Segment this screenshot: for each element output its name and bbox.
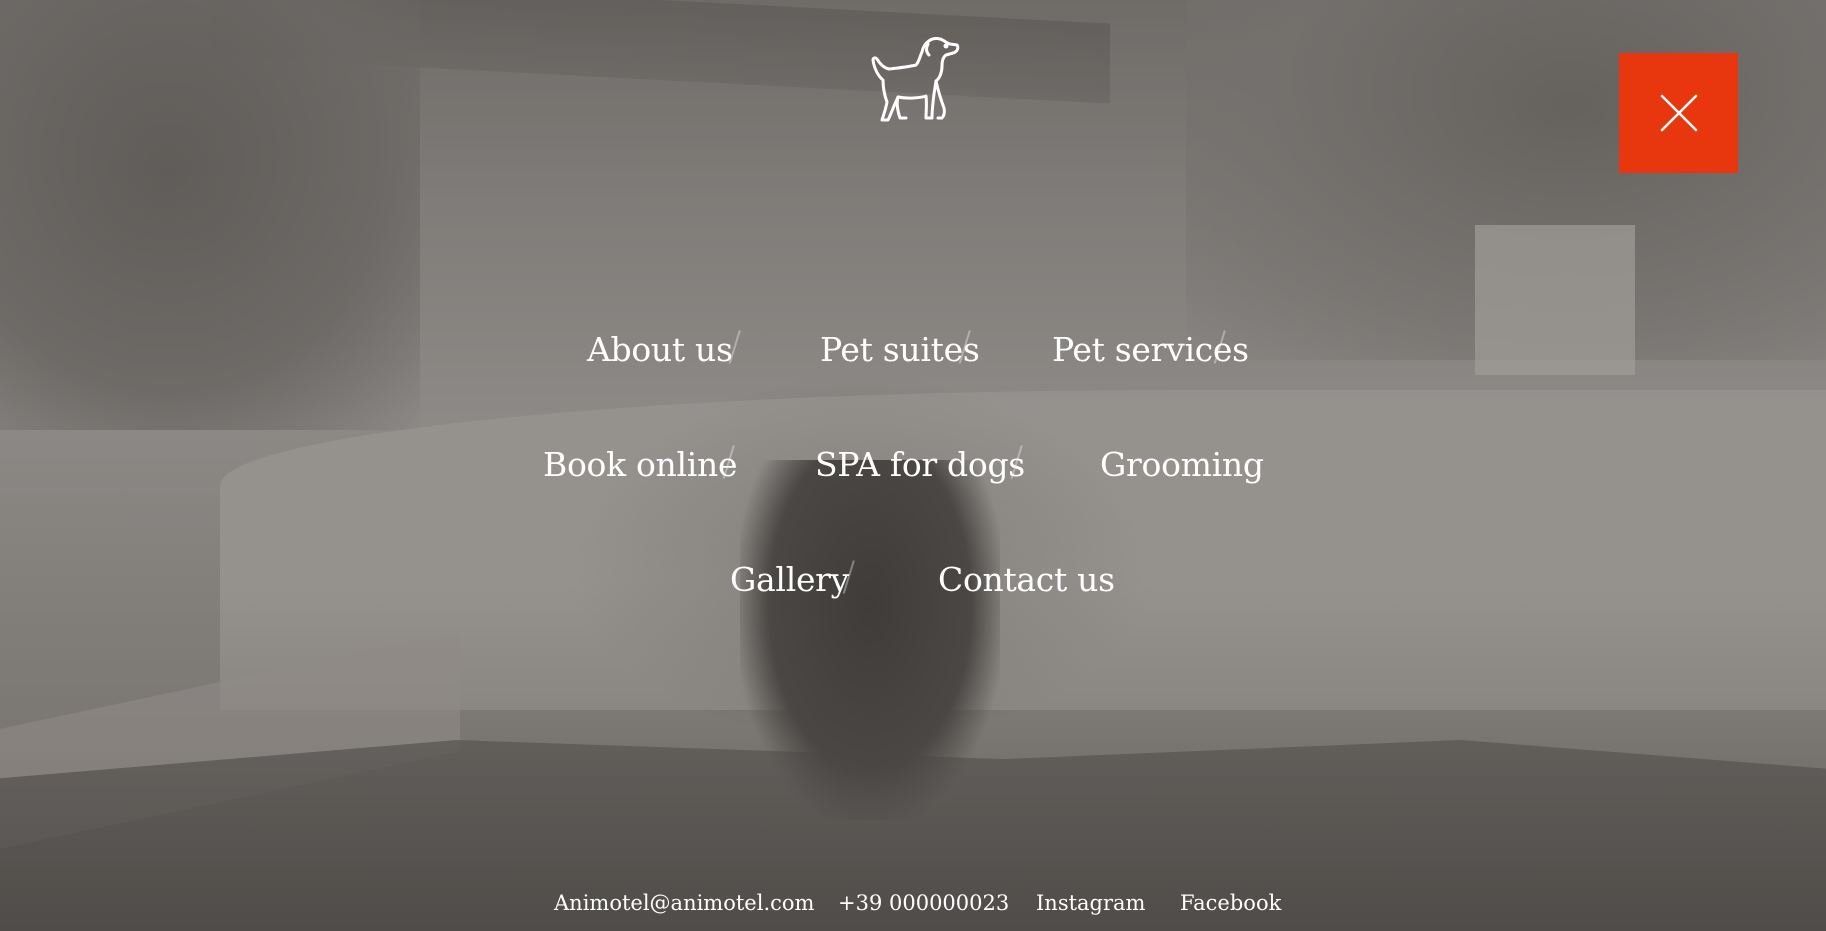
background-roof — [210, 0, 1110, 104]
background-pool — [220, 390, 1826, 710]
menu-item-gallery[interactable]: Gallery — [730, 563, 849, 596]
footer-facebook-link[interactable]: Facebook — [1180, 893, 1281, 914]
menu-item-contact-us[interactable]: Contact us — [938, 563, 1115, 596]
menu-overlay: About us / Pet suites / Pet services / B… — [0, 0, 1826, 931]
menu-item-pet-suites[interactable]: Pet suites — [820, 333, 980, 366]
menu-separator: / — [842, 554, 856, 600]
menu-separator: / — [1010, 439, 1024, 485]
close-button[interactable] — [1619, 53, 1738, 173]
dog-icon[interactable] — [858, 34, 964, 124]
background-dog — [740, 460, 1000, 820]
menu-item-spa-for-dogs[interactable]: SPA for dogs — [815, 448, 1025, 481]
menu-item-book-online[interactable]: Book online — [543, 448, 737, 481]
background-trees-left — [0, 0, 420, 430]
menu-item-about-us[interactable]: About us — [587, 333, 733, 366]
menu-separator: / — [722, 439, 736, 485]
menu-separator: / — [1213, 324, 1227, 370]
close-icon — [1660, 94, 1697, 132]
footer-instagram-link[interactable]: Instagram — [1036, 893, 1145, 914]
footer-email-link[interactable]: Animotel@animotel.com — [554, 893, 814, 914]
background-lounger — [0, 631, 460, 849]
menu-item-grooming[interactable]: Grooming — [1100, 448, 1264, 481]
menu-separator: / — [958, 324, 972, 370]
background-cabinet — [1475, 225, 1635, 375]
menu-separator: / — [728, 324, 742, 370]
footer-phone-link[interactable]: +39 000000023 — [838, 893, 1009, 914]
